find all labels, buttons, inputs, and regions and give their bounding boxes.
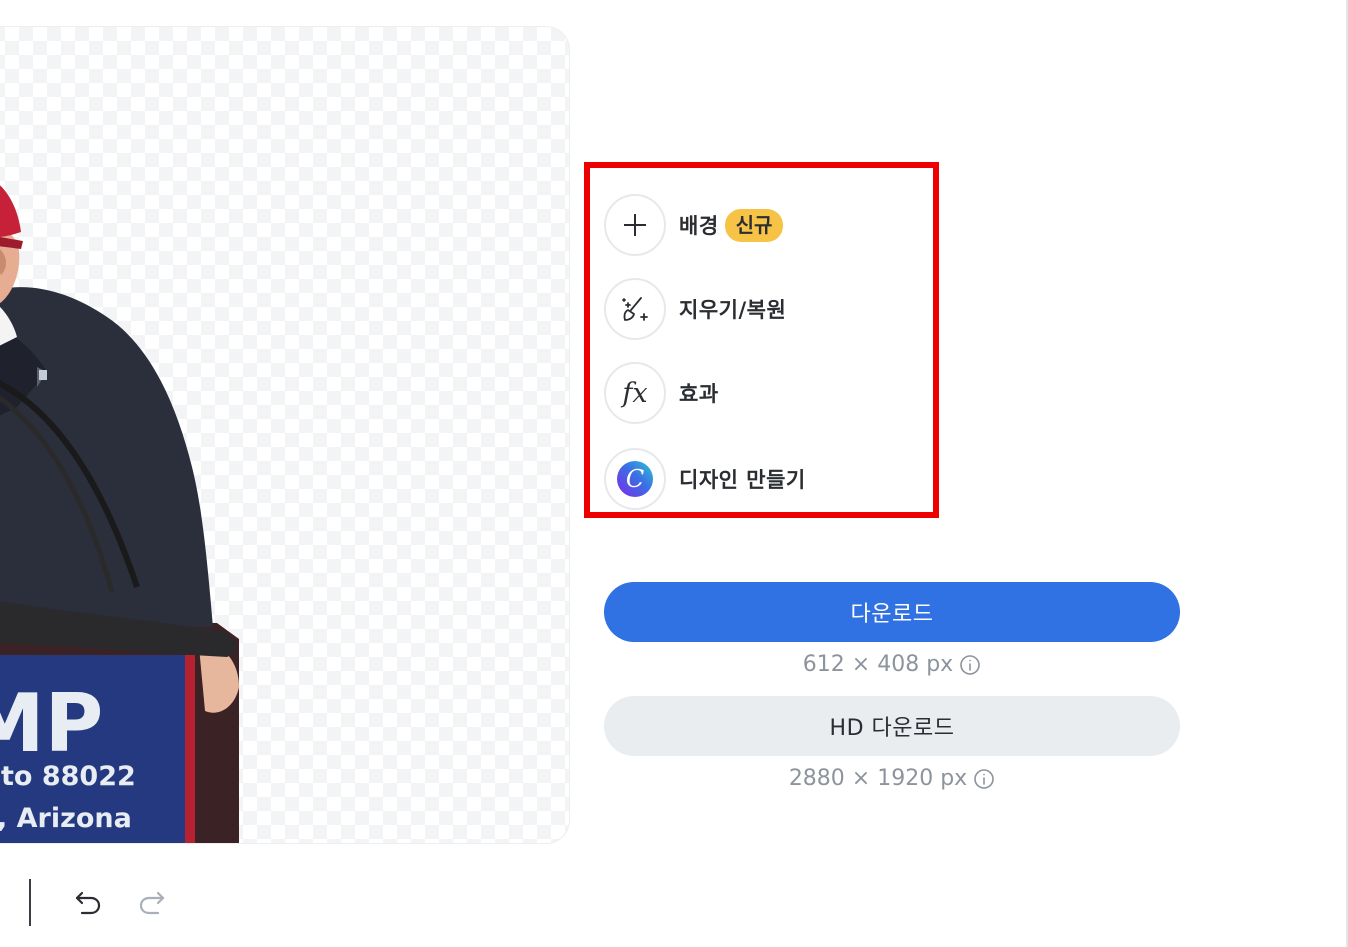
tool-create-design[interactable]: C 디자인 만들기	[604, 446, 806, 512]
redo-icon	[139, 891, 165, 915]
fx-glyph: fx	[622, 377, 648, 409]
undo-button[interactable]	[71, 886, 105, 920]
tool-erase-restore[interactable]: 지우기/복원	[604, 276, 786, 342]
fx-icon: fx	[604, 362, 666, 424]
hd-download-button[interactable]: HD 다운로드	[604, 696, 1180, 756]
download-button[interactable]: 다운로드	[604, 582, 1180, 642]
undo-icon	[75, 891, 101, 915]
new-badge: 신규	[724, 208, 784, 242]
redo-button[interactable]	[135, 886, 169, 920]
toolbar-divider	[29, 879, 31, 926]
sign-text-line2: to 88022	[1, 761, 136, 792]
info-icon[interactable]	[959, 654, 981, 676]
flag-pin	[39, 370, 47, 380]
download-size-text: 612 × 408 px	[802, 652, 954, 677]
plus-icon	[604, 194, 666, 256]
tool-background-label: 배경	[679, 214, 719, 238]
hd-download-size-info: 2880 × 1920 px	[604, 766, 1180, 791]
cutout-image: MP to 88022 , Arizona	[0, 185, 239, 843]
info-icon[interactable]	[973, 768, 995, 790]
sign-text-line3: , Arizona	[0, 803, 132, 834]
hd-download-size-text: 2880 × 1920 px	[788, 766, 968, 791]
canva-logo-letter: C	[626, 465, 644, 493]
edit-tools-menu: 배경 신규 지우기/복원 fx 효과 C 디자인 만들기	[584, 162, 939, 518]
tool-effects[interactable]: fx 효과	[604, 360, 719, 426]
tool-create-design-label: 디자인 만들기	[679, 468, 806, 492]
tool-effects-label: 효과	[679, 382, 719, 406]
download-size-info: 612 × 408 px	[604, 652, 1180, 677]
sign-text-large: MP	[0, 677, 103, 770]
tool-erase-restore-label: 지우기/복원	[679, 298, 787, 322]
image-preview: MP to 88022 , Arizona	[0, 26, 570, 844]
magic-brush-icon	[604, 278, 666, 340]
tool-background[interactable]: 배경 신규	[604, 192, 784, 258]
canva-logo-icon: C	[604, 448, 666, 510]
